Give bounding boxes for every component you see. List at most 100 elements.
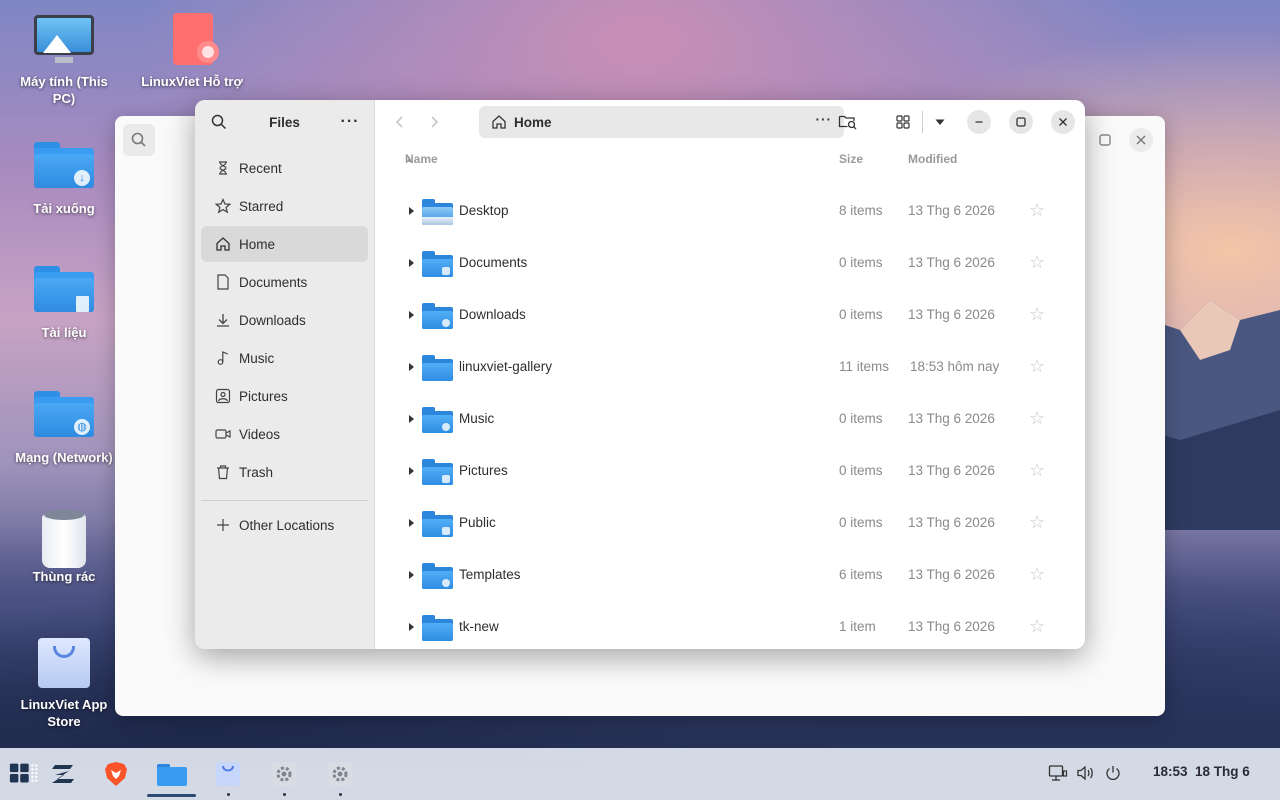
sidebar-item-other-locations[interactable]: Other Locations [201,507,368,543]
sidebar-item-pictures[interactable]: Pictures [201,378,368,414]
back-button[interactable] [383,105,417,139]
background-maximize-button[interactable] [1095,130,1115,150]
running-indicator [227,793,230,796]
expand-arrow-icon[interactable] [409,519,414,527]
sidebar-item-label: Downloads [239,312,306,328]
document-icon [215,274,231,290]
plus-icon [215,517,231,533]
file-name: Downloads [459,307,526,322]
brave-browser-button[interactable] [100,758,132,790]
background-search-button[interactable] [123,124,155,156]
star-icon[interactable]: ☆ [1029,564,1045,585]
files-window[interactable]: Files ··· Recent Starred Home Documents [195,100,1085,649]
file-row-music[interactable]: Music 0 items 13 Thg 6 2026 ☆ [375,394,1085,446]
sidebar-item-downloads[interactable]: Downloads [201,302,368,338]
file-row-templates[interactable]: Templates 6 items 13 Thg 6 2026 ☆ [375,550,1085,602]
sidebar-item-starred[interactable]: Starred [201,188,368,224]
expand-arrow-icon[interactable] [409,259,414,267]
sidebar-item-home[interactable]: Home [201,226,368,262]
sidebar-item-label: Pictures [239,388,288,404]
running-indicator [339,793,342,796]
star-icon[interactable]: ☆ [1029,512,1045,533]
view-grid-button[interactable] [890,106,916,138]
file-name: Templates [459,567,521,582]
zorin-menu-button[interactable] [48,758,80,790]
network-folder-icon: ◍ [34,389,96,445]
close-button[interactable] [1051,110,1075,134]
sidebar-item-videos[interactable]: Videos [201,416,368,452]
column-modified[interactable]: Modified [908,152,957,166]
expand-arrow-icon[interactable] [409,571,414,579]
chevron-down-icon [935,119,945,125]
desktop-icon-label: LinuxViet App Store [20,697,108,729]
expand-arrow-icon[interactable] [409,207,414,215]
network-wired-icon [1048,765,1068,781]
background-close-button[interactable] [1129,128,1153,152]
column-size[interactable]: Size [839,152,863,166]
sidebar-item-music[interactable]: Music [201,340,368,376]
desktop-icon-this-pc[interactable]: Máy tính (This PC) [9,13,119,107]
sidebar-menu-button[interactable]: ··· [340,106,360,138]
star-icon[interactable]: ☆ [1029,356,1045,377]
minimize-button[interactable] [967,110,991,134]
maximize-button[interactable] [1009,110,1033,134]
sidebar-separator [201,500,368,501]
power-icon [1106,766,1120,780]
star-icon[interactable]: ☆ [1029,200,1045,221]
network-tray-button[interactable] [1047,762,1069,784]
file-row-public[interactable]: Public 0 items 13 Thg 6 2026 ☆ [375,498,1085,550]
clock[interactable]: 18:53 18 Thg 6 [1153,764,1250,779]
running-indicator [283,793,286,796]
expand-arrow-icon[interactable] [409,311,414,319]
desktop-icon-label: Tài liệu [41,325,87,340]
home-icon [492,115,506,129]
file-modified: 13 Thg 6 2026 [908,567,995,582]
file-row-tk-new[interactable]: tk-new 1 item 13 Thg 6 2026 ☆ [375,602,1085,649]
settings-taskbar-button[interactable] [268,758,300,790]
sidebar-search-button[interactable] [209,106,229,138]
power-tray-button[interactable] [1102,762,1124,784]
file-row-pictures[interactable]: Pictures 0 items 13 Thg 6 2026 ☆ [375,446,1085,498]
file-row-desktop[interactable]: Desktop 8 items 13 Thg 6 2026 ☆ [375,186,1085,238]
desktop-icon-trash[interactable]: Thùng rác [9,508,119,585]
star-icon[interactable]: ☆ [1029,460,1045,481]
volume-icon [1077,765,1093,781]
expand-arrow-icon[interactable] [409,363,414,371]
desktop-icon-label: Tải xuống [33,201,95,216]
expand-arrow-icon[interactable] [409,415,414,423]
sidebar-item-trash[interactable]: Trash [201,454,368,490]
desktop-icon-downloads[interactable]: ↓ Tải xuống [9,140,119,217]
desktop-icon-network[interactable]: ◍ Mạng (Network) [9,389,119,466]
files-taskbar-button[interactable] [156,758,188,790]
forward-button[interactable] [417,105,451,139]
app-grid-button[interactable] [8,758,40,790]
desktop-icon-help[interactable]: LinuxViet Hỗ trợ [137,13,247,90]
desktop-icon-label: Thùng rác [32,569,96,584]
search-folder-button[interactable] [832,106,864,138]
sidebar-item-recent[interactable]: Recent [201,150,368,186]
volume-tray-button[interactable] [1075,762,1097,784]
file-modified: 18:53 hôm nay [910,359,1000,374]
desktop-icon-app-store[interactable]: LinuxViet App Store [9,636,119,730]
file-size: 1 item [839,619,876,634]
star-icon[interactable]: ☆ [1029,408,1045,429]
close-icon [1136,135,1146,145]
path-menu-button[interactable]: ··· [816,112,833,127]
star-icon[interactable]: ☆ [1029,616,1045,637]
view-options-button[interactable] [929,106,951,138]
file-row-downloads[interactable]: Downloads 0 items 13 Thg 6 2026 ☆ [375,290,1085,342]
sidebar-item-label: Music [239,350,275,366]
store-taskbar-button[interactable] [212,758,244,790]
file-row-documents[interactable]: Documents 0 items 13 Thg 6 2026 ☆ [375,238,1085,290]
settings-taskbar-button-2[interactable] [324,758,356,790]
downloads-folder-icon: ↓ [34,140,96,196]
expand-arrow-icon[interactable] [409,623,414,631]
sidebar-item-documents[interactable]: Documents [201,264,368,300]
path-bar[interactable]: Home ··· [479,106,844,138]
file-row-linuxviet-gallery[interactable]: linuxviet-gallery 11 items 18:53 hôm nay… [375,342,1085,394]
star-icon[interactable]: ☆ [1029,252,1045,273]
expand-arrow-icon[interactable] [409,467,414,475]
column-name[interactable]: Name ▲ [405,152,438,166]
star-icon[interactable]: ☆ [1029,304,1045,325]
desktop-icon-documents[interactable]: Tài liệu [9,264,119,341]
